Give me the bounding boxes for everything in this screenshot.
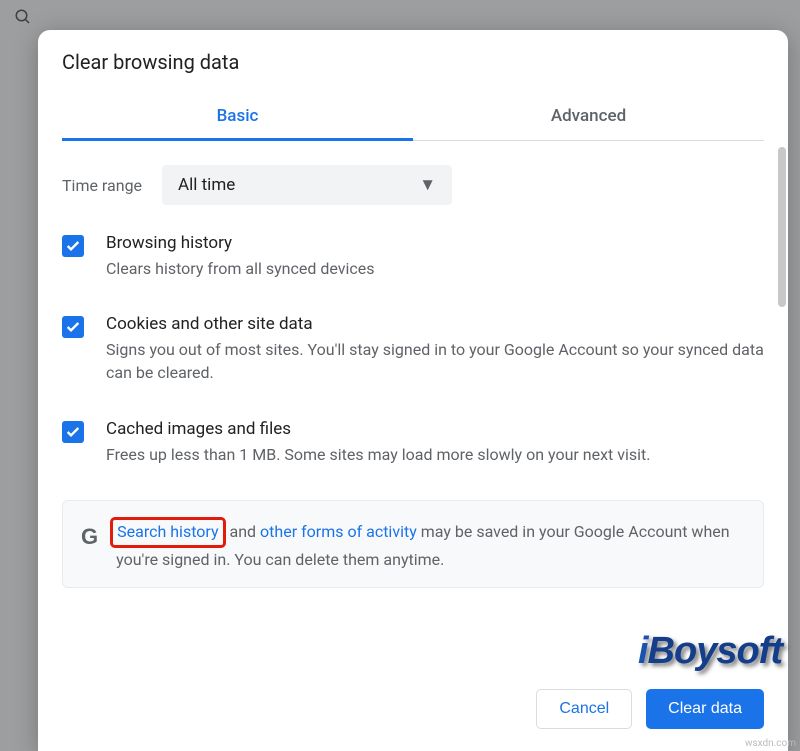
dialog-content: Time range All time ▼ Browsing history C… <box>38 141 788 588</box>
time-range-row: Time range All time ▼ <box>62 165 764 205</box>
option-title: Cookies and other site data <box>106 314 764 334</box>
checkbox-browsing-history[interactable] <box>62 235 84 257</box>
search-history-link[interactable]: Search history <box>117 522 218 541</box>
scrollbar[interactable] <box>778 147 786 307</box>
option-cached: Cached images and files Frees up less th… <box>62 419 764 466</box>
dialog-header: Clear browsing data Basic Advanced <box>38 30 788 141</box>
time-range-select[interactable]: All time ▼ <box>162 165 452 205</box>
option-desc: Signs you out of most sites. You'll stay… <box>106 338 764 384</box>
option-cookies: Cookies and other site data Signs you ou… <box>62 314 764 384</box>
other-activity-link[interactable]: other forms of activity <box>260 522 417 541</box>
option-desc: Frees up less than 1 MB. Some sites may … <box>106 443 764 466</box>
tab-bar: Basic Advanced <box>62 92 764 141</box>
option-desc: Clears history from all synced devices <box>106 257 764 280</box>
clear-browsing-data-dialog: Clear browsing data Basic Advanced Time … <box>38 30 788 751</box>
time-range-label: Time range <box>62 176 142 195</box>
checkbox-cached[interactable] <box>62 421 84 443</box>
google-account-info: G Search history and other forms of acti… <box>62 500 764 588</box>
option-browsing-history: Browsing history Clears history from all… <box>62 233 764 280</box>
credit-text: wsxdn.com <box>745 738 796 749</box>
tab-advanced[interactable]: Advanced <box>413 92 764 140</box>
chevron-down-icon: ▼ <box>419 175 436 195</box>
option-title: Browsing history <box>106 233 764 253</box>
google-logo-icon: G <box>81 521 98 553</box>
checkbox-cookies[interactable] <box>62 316 84 338</box>
time-range-value: All time <box>178 175 235 195</box>
dialog-scroll-area: Time range All time ▼ Browsing history C… <box>38 141 788 667</box>
dialog-title: Clear browsing data <box>62 50 764 74</box>
cancel-button[interactable]: Cancel <box>536 689 632 729</box>
info-text: Search history and other forms of activi… <box>116 517 745 571</box>
tab-basic[interactable]: Basic <box>62 92 413 140</box>
search-history-highlight: Search history <box>110 517 225 548</box>
option-title: Cached images and files <box>106 419 764 439</box>
dialog-footer: Cancel Clear data <box>38 667 788 751</box>
clear-data-button[interactable]: Clear data <box>646 689 764 729</box>
